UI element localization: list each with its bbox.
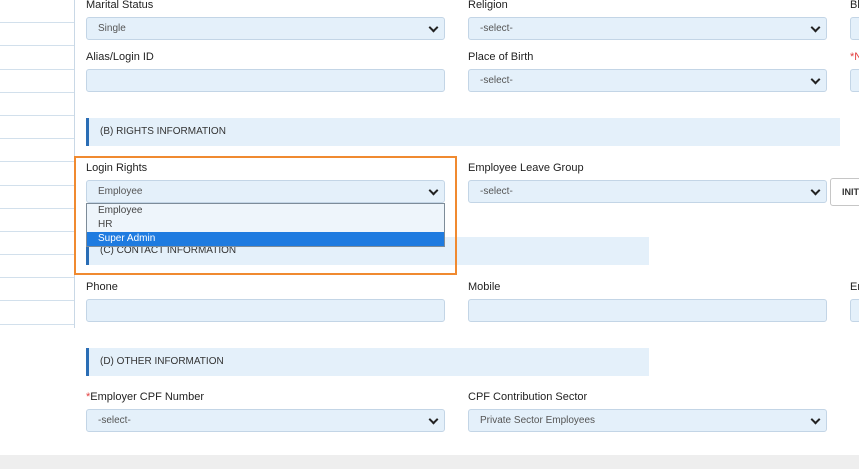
alias-login-input[interactable] <box>86 69 445 92</box>
email-label: Em <box>850 281 859 293</box>
marital-status-select[interactable]: Single <box>86 17 445 40</box>
marital-status-label: Marital Status <box>86 0 154 11</box>
leave-group-select[interactable]: -select- <box>468 180 827 203</box>
cpf-sector-label: CPF Contribution Sector <box>468 391 588 403</box>
phone-label: Phone <box>86 281 118 293</box>
third-column-field[interactable] <box>850 69 859 92</box>
sidebar-row[interactable] <box>0 162 74 186</box>
sidebar-row[interactable] <box>0 232 74 256</box>
sidebar-row[interactable] <box>0 70 74 93</box>
leave-group-label: Employee Leave Group <box>468 162 584 174</box>
place-of-birth-label: Place of Birth <box>468 51 534 63</box>
rights-section-header: (B) RIGHTS INFORMATION <box>86 118 840 146</box>
sidebar-row[interactable] <box>0 209 74 232</box>
cpf-sector-select[interactable]: Private Sector Employees <box>468 409 827 432</box>
cpf-number-label: *Employer CPF Number <box>86 391 204 403</box>
login-rights-dropdown-list: Employee HR Super Admin <box>86 203 445 247</box>
sidebar-row[interactable] <box>0 255 74 279</box>
mobile-input[interactable] <box>468 299 827 322</box>
phone-input[interactable] <box>86 299 445 322</box>
third-column-label: Bl <box>850 0 859 11</box>
option-hr[interactable]: HR <box>87 218 444 232</box>
third-column-field[interactable] <box>850 17 859 40</box>
sidebar-row[interactable] <box>0 23 74 47</box>
religion-label: Religion <box>468 0 508 11</box>
sidebar-row[interactable] <box>0 186 74 209</box>
cpf-number-select[interactable]: -select- <box>86 409 445 432</box>
sidebar-row[interactable] <box>0 301 74 325</box>
sidebar-row[interactable] <box>0 278 74 302</box>
sidebar-list <box>0 0 75 328</box>
page-footer <box>0 455 859 469</box>
other-section-header: (D) OTHER INFORMATION <box>86 348 649 376</box>
email-input[interactable] <box>850 299 859 322</box>
option-super-admin[interactable]: Super Admin <box>87 232 444 246</box>
third-column-label-required: *N <box>850 51 859 63</box>
login-rights-label: Login Rights <box>86 162 148 174</box>
sidebar-row[interactable] <box>0 0 74 24</box>
init-button[interactable]: INIT <box>830 178 859 206</box>
place-of-birth-select[interactable]: -select- <box>468 69 827 92</box>
religion-select[interactable]: -select- <box>468 17 827 40</box>
login-rights-select[interactable]: Employee <box>86 180 445 203</box>
sidebar-row[interactable] <box>0 46 74 70</box>
sidebar-row[interactable] <box>0 116 74 140</box>
sidebar-row[interactable] <box>0 139 74 163</box>
mobile-label: Mobile <box>468 281 501 293</box>
sidebar-row[interactable] <box>0 93 74 116</box>
option-employee[interactable]: Employee <box>87 204 444 218</box>
alias-login-label: Alias/Login ID <box>86 51 154 63</box>
cpf-number-label-text: Employer CPF Number <box>90 391 204 403</box>
